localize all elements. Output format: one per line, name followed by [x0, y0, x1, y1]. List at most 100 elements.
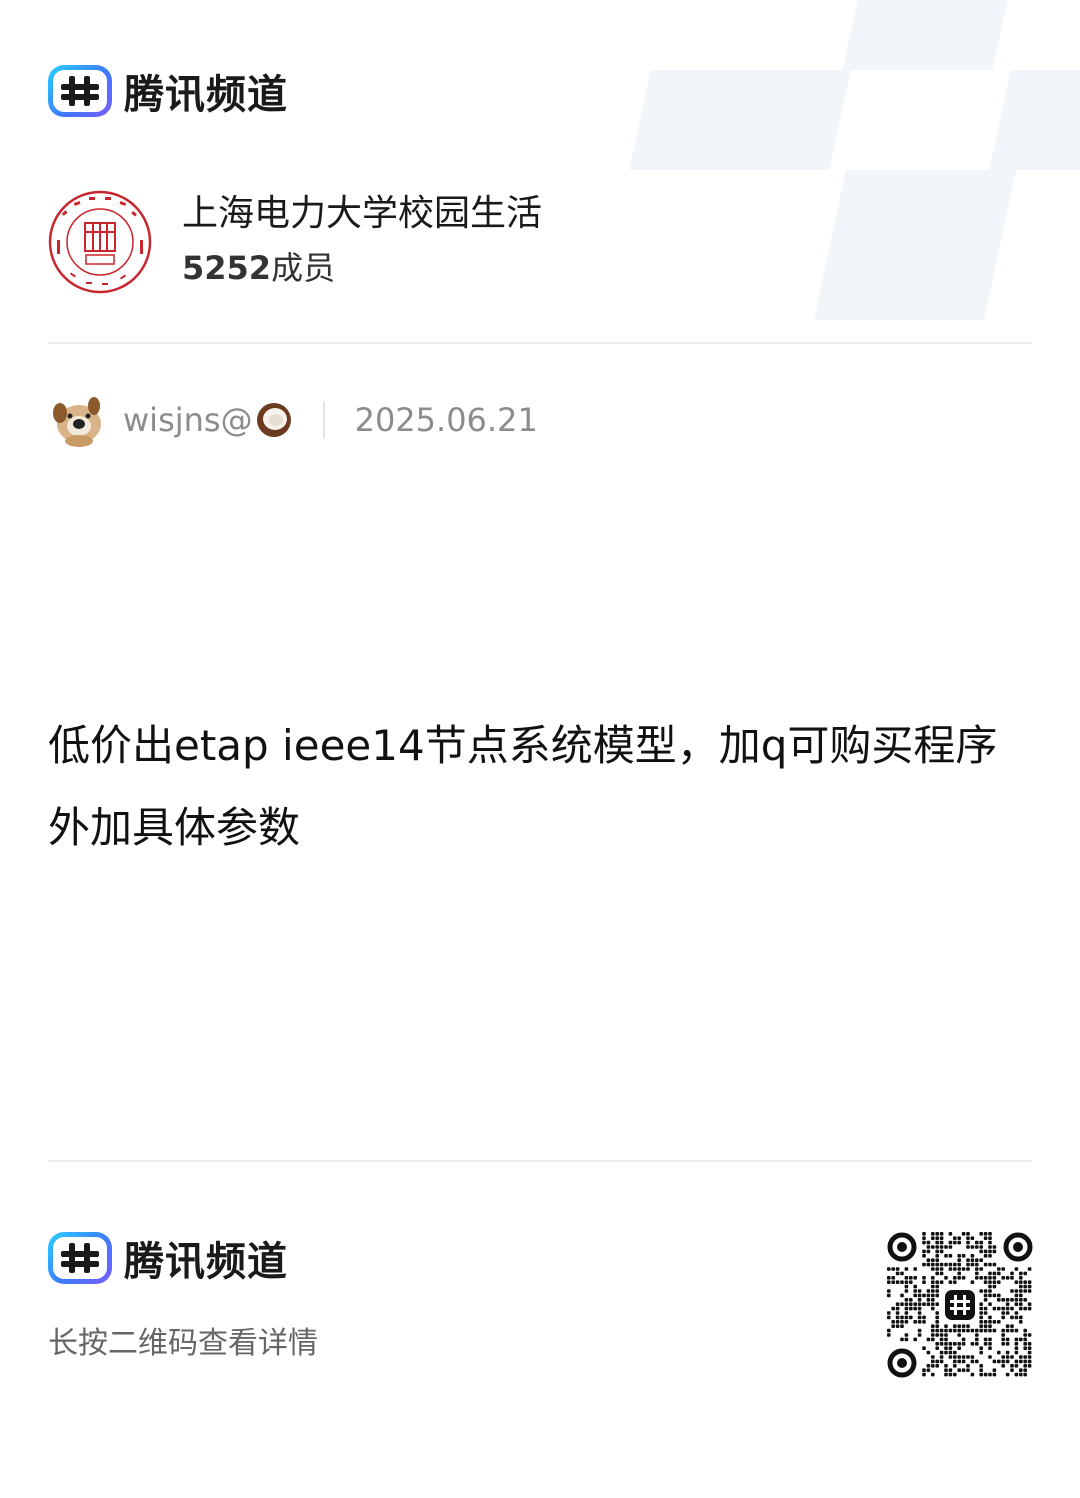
qr-module	[1023, 1328, 1027, 1333]
qr-module	[992, 1372, 997, 1377]
qr-module	[917, 1302, 922, 1306]
qr-module	[887, 1315, 891, 1320]
qr-module	[975, 1337, 979, 1342]
qr-module	[983, 1254, 988, 1258]
qr-module	[948, 1262, 953, 1267]
qr-module	[953, 1276, 957, 1280]
author-name-text: wisjns@	[123, 401, 253, 439]
qr-module	[988, 1249, 992, 1254]
qr-module	[988, 1302, 992, 1306]
qr-module	[1027, 1267, 1032, 1271]
qr-module	[935, 1364, 939, 1368]
qr-module	[979, 1289, 983, 1293]
qr-module	[900, 1271, 904, 1276]
qr-module	[917, 1320, 922, 1324]
qr-module	[953, 1328, 957, 1333]
qr-module	[983, 1306, 988, 1311]
qr-module	[983, 1280, 988, 1284]
qr-module	[895, 1324, 900, 1328]
qr-module	[944, 1350, 948, 1355]
qr-module	[1023, 1306, 1027, 1311]
qr-module	[957, 1368, 961, 1372]
qr-module	[966, 1355, 970, 1359]
qr-module	[1027, 1333, 1032, 1337]
qr-module	[948, 1355, 953, 1359]
qr-module	[939, 1355, 944, 1359]
qr-module	[1005, 1350, 1010, 1355]
qr-module	[1019, 1320, 1023, 1324]
qr-module	[891, 1324, 895, 1328]
qr-module	[1023, 1346, 1027, 1350]
qr-module	[1010, 1368, 1014, 1372]
author-avatar[interactable]	[48, 391, 106, 449]
qr-module	[992, 1359, 997, 1364]
qr-module	[1014, 1342, 1019, 1346]
qr-module	[944, 1346, 948, 1350]
qr-module	[983, 1311, 988, 1315]
tencent-channel-logo-icon	[48, 1232, 112, 1284]
qr-module	[975, 1245, 979, 1249]
qr-module	[970, 1355, 975, 1359]
channel-card[interactable]: 上海电力大学校园生活 5252成员	[48, 190, 542, 294]
qr-module	[917, 1333, 922, 1337]
qr-module	[1014, 1315, 1019, 1320]
qr-module	[988, 1346, 992, 1350]
qr-module	[922, 1302, 926, 1306]
qr-module	[992, 1271, 997, 1276]
qr-module	[1001, 1359, 1005, 1364]
qr-module	[1023, 1333, 1027, 1337]
qr-module	[1023, 1280, 1027, 1284]
qr-module	[935, 1280, 939, 1284]
qr-module	[1014, 1328, 1019, 1333]
qr-module	[944, 1262, 948, 1267]
qr-module	[961, 1342, 966, 1346]
qr-module	[953, 1350, 957, 1355]
qr-module	[961, 1276, 966, 1280]
qr-module	[939, 1236, 944, 1240]
tencent-channel-logo-icon	[48, 65, 112, 117]
qr-module	[904, 1315, 909, 1320]
qr-module	[988, 1254, 992, 1258]
post-content: 低价出etap ieee14节点系统模型，加q可购买程序外加具体参数	[48, 721, 998, 852]
qr-module	[939, 1350, 944, 1355]
qr-module	[922, 1368, 926, 1372]
qr-module	[957, 1276, 961, 1280]
qr-module	[887, 1267, 891, 1271]
member-count-suffix: 成员	[271, 249, 336, 287]
qr-module	[935, 1232, 939, 1236]
qr-module	[944, 1364, 948, 1368]
qr-module	[926, 1337, 931, 1342]
qr-module	[979, 1245, 983, 1249]
qr-module	[931, 1236, 935, 1240]
footer-brand-name: 腾讯频道	[124, 1239, 288, 1285]
qr-module	[939, 1328, 944, 1333]
qr-module	[900, 1280, 904, 1284]
qr-module	[895, 1271, 900, 1276]
qr-module	[948, 1254, 953, 1258]
qr-module	[895, 1315, 900, 1320]
qr-module	[1001, 1333, 1005, 1337]
qr-module	[1019, 1368, 1023, 1372]
qr-module	[926, 1245, 931, 1249]
qr-module	[1023, 1284, 1027, 1289]
qr-module	[939, 1333, 944, 1337]
qr-module	[979, 1249, 983, 1254]
qr-module	[983, 1236, 988, 1240]
qr-module	[931, 1276, 935, 1280]
qr-module	[979, 1320, 983, 1324]
qr-module	[1010, 1328, 1014, 1333]
qr-module	[970, 1372, 975, 1377]
qr-module	[944, 1333, 948, 1337]
qr-module	[988, 1271, 992, 1276]
qr-module	[926, 1249, 931, 1254]
qr-module	[1019, 1284, 1023, 1289]
qr-module	[988, 1236, 992, 1240]
qr-module	[891, 1267, 895, 1271]
author-name[interactable]: wisjns@	[123, 401, 293, 439]
qr-module	[1010, 1324, 1014, 1328]
qr-module	[992, 1245, 997, 1249]
qr-module	[895, 1311, 900, 1315]
qr-module	[944, 1328, 948, 1333]
qr-code[interactable]	[886, 1231, 1034, 1379]
divider-bottom	[48, 1160, 1032, 1162]
